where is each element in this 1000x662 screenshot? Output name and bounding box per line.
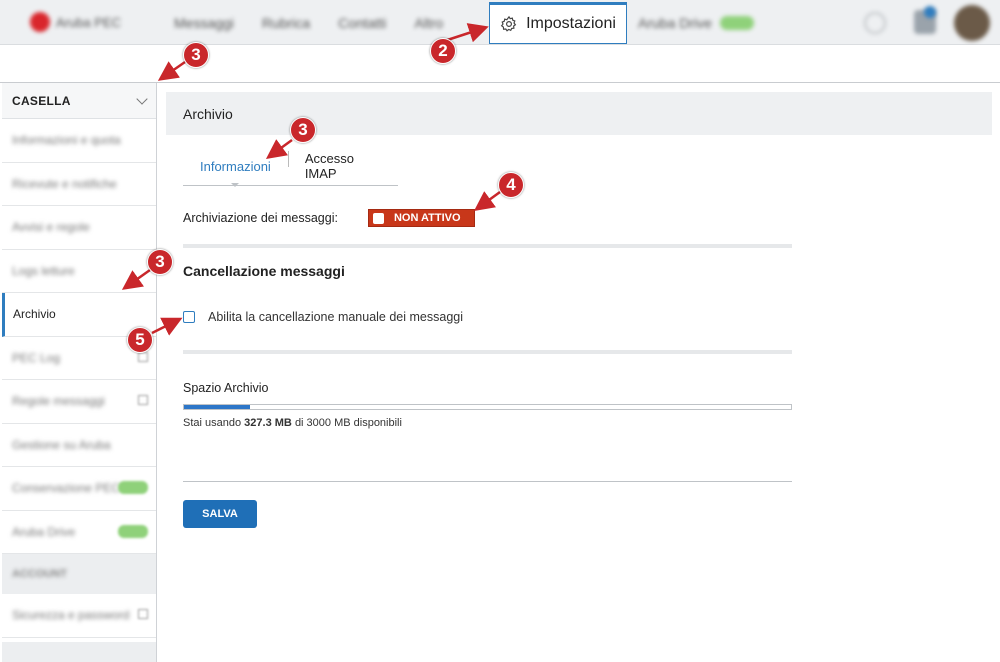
callout-5: 5 bbox=[127, 327, 153, 353]
sidebar-item-label: Logs letture bbox=[12, 263, 75, 278]
sidebar-item-label: Ricevute e notifiche bbox=[12, 176, 117, 191]
tab-accesso-imap[interactable]: Accesso IMAP bbox=[287, 151, 398, 181]
avatar[interactable] bbox=[954, 5, 990, 41]
external-link-icon bbox=[138, 395, 148, 405]
archiving-label: Archiviazione dei messaggi: bbox=[183, 211, 338, 225]
nav-item-messaggi[interactable]: Messaggi bbox=[174, 15, 234, 31]
section-divider bbox=[183, 244, 792, 248]
nav-tab-impostazioni-label: Impostazioni bbox=[526, 15, 616, 32]
gear-icon bbox=[500, 15, 517, 32]
arrow-4 bbox=[473, 190, 501, 211]
sidebar-item-conservazione[interactable]: Conservazione PEC bbox=[2, 467, 156, 511]
toggle-state-label: NON ATTIVO bbox=[393, 212, 461, 224]
new-badge bbox=[719, 15, 754, 30]
section-divider bbox=[183, 350, 792, 354]
sidebar-item-gestione[interactable]: Gestione su Aruba bbox=[2, 424, 156, 467]
callout-2: 2 bbox=[430, 38, 456, 64]
nav-item-rubrica[interactable]: Rubrica bbox=[262, 15, 310, 31]
archiving-toggle[interactable]: NON ATTIVO bbox=[367, 209, 475, 227]
nav-extra[interactable]: Aruba Drive bbox=[638, 0, 754, 45]
sidebar-item-label: PEC Log bbox=[12, 350, 61, 365]
sidebar-item-label: Sicurezza e password bbox=[12, 608, 130, 623]
delete-section-title: Cancellazione messaggi bbox=[183, 263, 345, 279]
archiving-row: Archiviazione dei messaggi: NON ATTIVO bbox=[183, 209, 475, 227]
sidebar-scroll-footer[interactable] bbox=[2, 642, 156, 662]
form-footer-divider bbox=[183, 481, 792, 482]
toggle-knob bbox=[372, 212, 384, 224]
sidebar-item-drive[interactable]: Aruba Drive bbox=[2, 511, 156, 554]
sidebar-header-title: CASELLA bbox=[12, 93, 71, 108]
callout-3-top: 3 bbox=[183, 42, 209, 68]
callout-3-side: 3 bbox=[147, 249, 173, 275]
sidebar-section-account[interactable]: ACCOUNT bbox=[2, 554, 156, 594]
help-icon[interactable] bbox=[864, 12, 886, 34]
callout-4: 4 bbox=[498, 172, 524, 198]
brand-logo-icon bbox=[30, 12, 50, 32]
archive-usage-fill bbox=[184, 405, 251, 409]
new-badge bbox=[118, 481, 148, 494]
chevron-down-icon bbox=[136, 92, 148, 105]
delete-checkbox-row[interactable]: Abilita la cancellazione manuale dei mes… bbox=[183, 310, 463, 324]
brand-name: Aruba PEC bbox=[56, 14, 122, 30]
save-button[interactable]: SALVA bbox=[183, 500, 257, 528]
new-badge bbox=[118, 524, 148, 538]
sidebar-item-label: Archivio bbox=[13, 307, 56, 322]
brand-logo[interactable]: Aruba PEC bbox=[30, 12, 121, 32]
nav-item-drive: Aruba Drive bbox=[638, 14, 712, 31]
top-navigation-bar: Aruba PEC Messaggi Rubrica Contatti Altr… bbox=[0, 0, 1000, 45]
subheader-strip bbox=[0, 45, 1000, 83]
main-nav: Messaggi Rubrica Contatti Altro bbox=[160, 0, 457, 45]
external-link-icon bbox=[138, 609, 148, 619]
external-link-icon bbox=[138, 351, 148, 362]
sidebar-item-label: Informazioni e quota bbox=[12, 133, 121, 148]
sidebar-item-sicurezza[interactable]: Sicurezza e password bbox=[2, 594, 156, 638]
tab-active-caret bbox=[231, 183, 239, 187]
manual-delete-checkbox[interactable] bbox=[183, 311, 195, 323]
archive-usage-bar bbox=[183, 404, 792, 410]
settings-sidebar: CASELLA Informazioni e quota Ricevute e … bbox=[2, 83, 157, 662]
sidebar-item-label: Gestione su Aruba bbox=[12, 437, 111, 452]
archive-usage-text: Stai usando 327.3 MB di 3000 MB disponib… bbox=[183, 417, 402, 429]
usage-prefix: Stai usando bbox=[183, 417, 242, 429]
usage-used: 327.3 MB bbox=[244, 417, 292, 429]
sidebar-section-title: ACCOUNT bbox=[12, 568, 67, 580]
callout-3-tab: 3 bbox=[290, 117, 316, 143]
nav-item-contatti[interactable]: Contatti bbox=[338, 15, 386, 31]
sidebar-item-logs[interactable]: Logs letture bbox=[2, 250, 156, 293]
nav-item-altro[interactable]: Altro bbox=[414, 15, 443, 31]
sidebar-section-casella[interactable]: CASELLA bbox=[2, 83, 156, 119]
archive-space-title: Spazio Archivio bbox=[183, 381, 269, 395]
sidebar-item-label: Avvisi e regole bbox=[12, 220, 90, 235]
sidebar-item-label: Conservazione PEC bbox=[12, 481, 121, 496]
content-tabs: Informazioni Accesso IMAP bbox=[183, 147, 398, 187]
sidebar-item-ricevute[interactable]: Ricevute e notifiche bbox=[2, 163, 156, 206]
sidebar-item-info[interactable]: Informazioni e quota bbox=[2, 119, 156, 163]
sidebar-item-label: Regole messaggi bbox=[12, 394, 105, 409]
sidebar-item-avvisi[interactable]: Avvisi e regole bbox=[2, 206, 156, 250]
usage-suffix: di 3000 MB disponibili bbox=[294, 417, 402, 429]
nav-tab-impostazioni[interactable]: Impostazioni bbox=[489, 2, 627, 44]
sidebar-item-regole[interactable]: Regole messaggi bbox=[2, 380, 156, 424]
tab-informazioni[interactable]: Informazioni bbox=[183, 159, 288, 174]
notification-badge bbox=[924, 6, 936, 18]
manual-delete-label: Abilita la cancellazione manuale dei mes… bbox=[208, 310, 464, 324]
sidebar-item-label: Aruba Drive bbox=[12, 524, 76, 539]
